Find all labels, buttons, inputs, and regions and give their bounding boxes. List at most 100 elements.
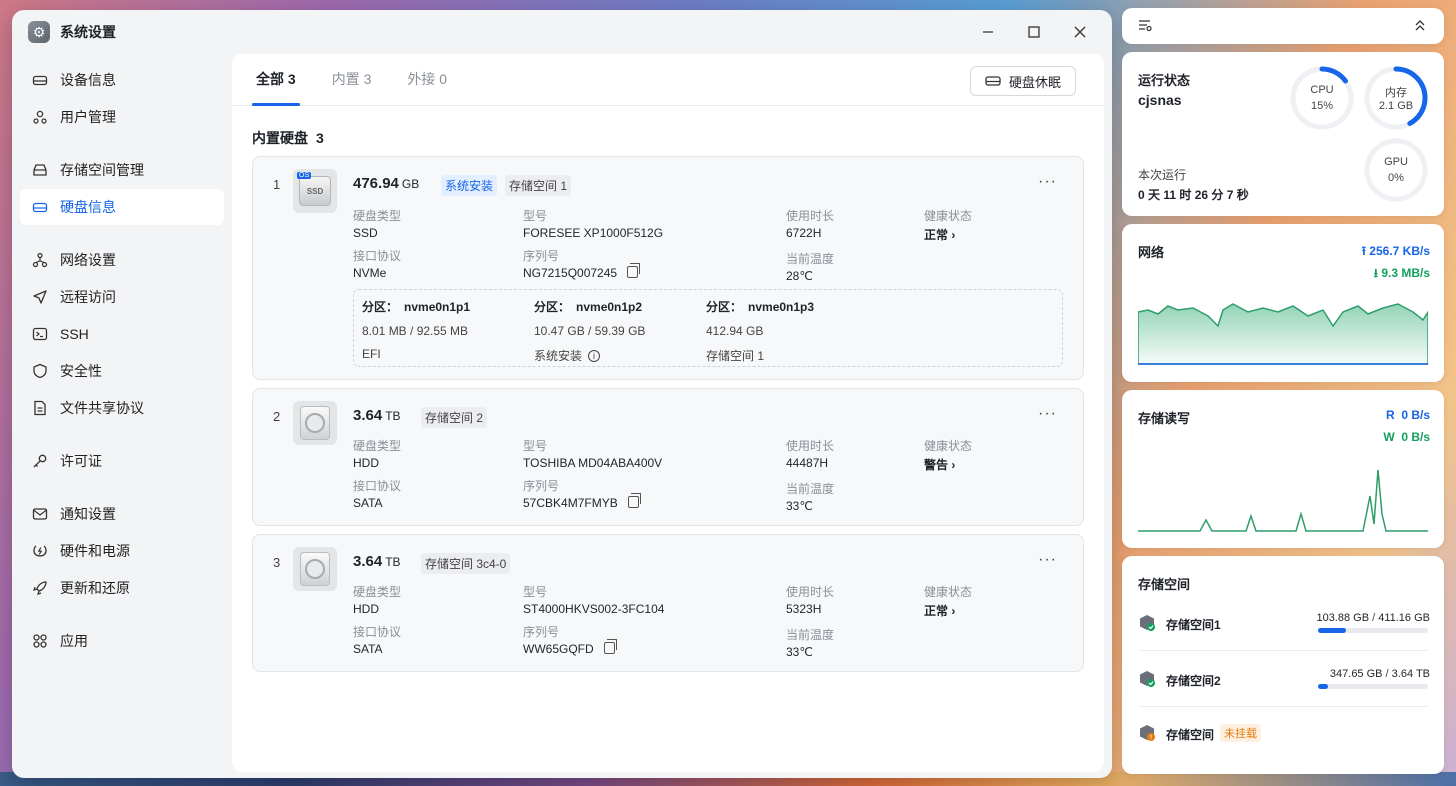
sidebar-item-disk-info[interactable]: 硬盘信息: [20, 189, 224, 225]
tab-internal[interactable]: 内置 3: [328, 69, 376, 105]
minimize-button[interactable]: [976, 20, 1000, 44]
apps-icon: [32, 633, 48, 649]
pool-usage-bar: [1318, 628, 1428, 633]
disk-sleep-button[interactable]: 硬盘休眠: [969, 66, 1076, 96]
key-icon: [32, 453, 48, 469]
close-icon: [1074, 26, 1086, 38]
sidebar-item-file-sharing[interactable]: 文件共享协议: [20, 390, 224, 426]
disk-capacity: 3.64 TB: [353, 407, 401, 424]
copy-icon[interactable]: [603, 639, 617, 654]
sidebar-item-security[interactable]: 安全性: [20, 353, 224, 389]
sidebar-item-storage[interactable]: 存储空间管理: [20, 152, 224, 188]
health-status[interactable]: 健康状态 正常 ›: [924, 207, 972, 243]
sidebar-item-label: 设备信息: [60, 72, 116, 88]
chevron-right-icon: ›: [951, 228, 956, 242]
sidebar-item-device-info[interactable]: 设备信息: [20, 62, 224, 98]
disk-index: 2: [273, 409, 281, 424]
collapse-icon[interactable]: [1414, 18, 1426, 35]
pool-usage: 347.65 GB / 3.64 TB: [1329, 668, 1430, 680]
title-bar: ⚙ 系统设置: [12, 10, 1112, 54]
more-options-button[interactable]: ···: [1038, 551, 1057, 569]
pool-name: 存储空间: [1166, 728, 1215, 742]
sidebar-item-network[interactable]: 网络设置: [20, 242, 224, 278]
health-status[interactable]: 健康状态 正常 ›: [924, 583, 972, 619]
pool-name: 存储空间1: [1166, 618, 1221, 632]
info-icon[interactable]: i: [588, 349, 601, 362]
disk-model: 型号 ST4000HKVS002-3FC104: [523, 585, 665, 616]
storage-icon: [32, 162, 48, 178]
svg-text:!: !: [1150, 734, 1153, 742]
pool-usage-bar: [1318, 684, 1428, 689]
pool-ok-icon: [1138, 614, 1155, 631]
sidebar-item-label: 文件共享协议: [60, 400, 144, 416]
more-options-button[interactable]: ···: [1038, 173, 1057, 191]
sidebar-item-label: 硬件和电源: [60, 543, 130, 559]
sidebar-item-notifications[interactable]: 通知设置: [20, 496, 224, 532]
settings-window: ⚙ 系统设置 设备信息 用户管理 存储空间管理 硬盘信息 网络设置 远程访问 S…: [12, 10, 1112, 778]
sidebar-item-label: 网络设置: [60, 252, 116, 268]
status-title: 运行状态: [1138, 73, 1191, 88]
upload-speed: ⭱ 256.7 KB/s: [1361, 244, 1430, 258]
main-content: 全部 3 内置 3 外接 0 硬盘休眠 内置硬盘 3 1 SSD OS 476.9…: [232, 54, 1104, 772]
storage-widget: 存储空间 存储空间1 103.88 GB / 411.16 GB 存储空间2 3…: [1122, 556, 1444, 774]
settings-gear-icon: ⚙: [28, 21, 50, 43]
sidebar-item-update-restore[interactable]: 更新和还原: [20, 570, 224, 606]
drive-icon: [32, 199, 48, 215]
sidebar-item-remote-access[interactable]: 远程访问: [20, 279, 224, 315]
network-chart: [1138, 303, 1428, 365]
disk-card: 3 3.64 TB 存储空间 3c4-0 ··· 硬盘类型 HDD 型号 ST4000…: [252, 534, 1084, 672]
upload-arrow-icon: ⭱: [1361, 244, 1366, 258]
cpu-ring: [1290, 66, 1354, 130]
disk-index: 1: [273, 177, 281, 192]
terminal-icon: [32, 326, 48, 342]
download-arrow-icon: ⭳: [1373, 266, 1378, 280]
cpu-gauge: CPU 15%: [1290, 66, 1354, 130]
pool-warning-icon: !: [1138, 724, 1155, 742]
disk-interface: 接口协议 SATA: [353, 625, 402, 656]
sidebar-item-license[interactable]: 许可证: [20, 443, 224, 479]
disk-io-widget: 存储读写 R 0 B/s W 0 B/s: [1122, 390, 1444, 548]
tab-external[interactable]: 外接 0: [403, 69, 451, 105]
unmounted-badge: 未挂载: [1220, 724, 1261, 742]
network-title: 网络: [1138, 245, 1165, 260]
pool-usage: 103.88 GB / 411.16 GB: [1316, 612, 1430, 624]
network-widget: 网络 ⭱ 256.7 KB/s ⭳ 9.3 MB/s: [1122, 224, 1444, 382]
status-widget: 运行状态 cjsnas CPU 15% 内存 2.1 GB GPU 0% 本次运…: [1122, 52, 1444, 216]
shield-icon: [32, 363, 48, 379]
tab-all[interactable]: 全部 3: [252, 69, 300, 106]
disk-hours: 使用时长 5323H: [786, 585, 835, 616]
copy-icon[interactable]: [627, 263, 641, 278]
sidebar-item-apps[interactable]: 应用: [20, 623, 224, 659]
maximize-button[interactable]: [1022, 20, 1046, 44]
pool-name: 存储空间2: [1166, 674, 1221, 688]
sidebar-item-ssh[interactable]: SSH: [20, 316, 224, 352]
disk-capacity: 3.64 TB: [353, 553, 401, 570]
disk-hours: 使用时长 6722H: [786, 209, 835, 240]
disk-serial: 序列号 NG7215Q007245: [523, 247, 641, 280]
network-icon: [32, 252, 48, 268]
drive-icon: [985, 76, 1001, 86]
sidebar-item-label: 安全性: [60, 363, 102, 379]
disk-temperature: 当前温度 28℃: [786, 252, 835, 283]
hdd-icon: [293, 401, 337, 445]
disk-sleep-label: 硬盘休眠: [1008, 74, 1061, 90]
sidebar-item-users[interactable]: 用户管理: [20, 99, 224, 135]
io-chart: [1138, 469, 1428, 532]
close-button[interactable]: [1068, 20, 1092, 44]
chevron-right-icon: ›: [951, 604, 956, 618]
storage-pool-tag: 存储空间 3c4-0: [421, 553, 511, 574]
disk-model: 型号 FORESEE XP1000F512G: [523, 209, 664, 240]
disk-card: 2 3.64 TB 存储空间 2 ··· 硬盘类型 HDD 型号 TOSHIBA MD…: [252, 388, 1084, 526]
sidebar-item-label: 存储空间管理: [60, 162, 144, 178]
disk-serial: 序列号 WW65GQFD: [523, 623, 617, 656]
sidebar-item-hardware-power[interactable]: 硬件和电源: [20, 533, 224, 569]
disk-model: 型号 TOSHIBA MD04ABA400V: [523, 439, 663, 470]
section-title: 内置硬盘 3: [252, 130, 324, 146]
copy-icon[interactable]: [627, 493, 641, 508]
settings-list-icon[interactable]: [1138, 18, 1152, 35]
tab-bar: 全部 3 内置 3 外接 0 硬盘休眠: [232, 54, 1104, 106]
pool-ok-icon: [1138, 670, 1155, 687]
more-options-button[interactable]: ···: [1038, 405, 1057, 423]
health-status[interactable]: 健康状态 警告 ›: [924, 437, 972, 473]
sidebar-item-label: 远程访问: [60, 289, 116, 305]
